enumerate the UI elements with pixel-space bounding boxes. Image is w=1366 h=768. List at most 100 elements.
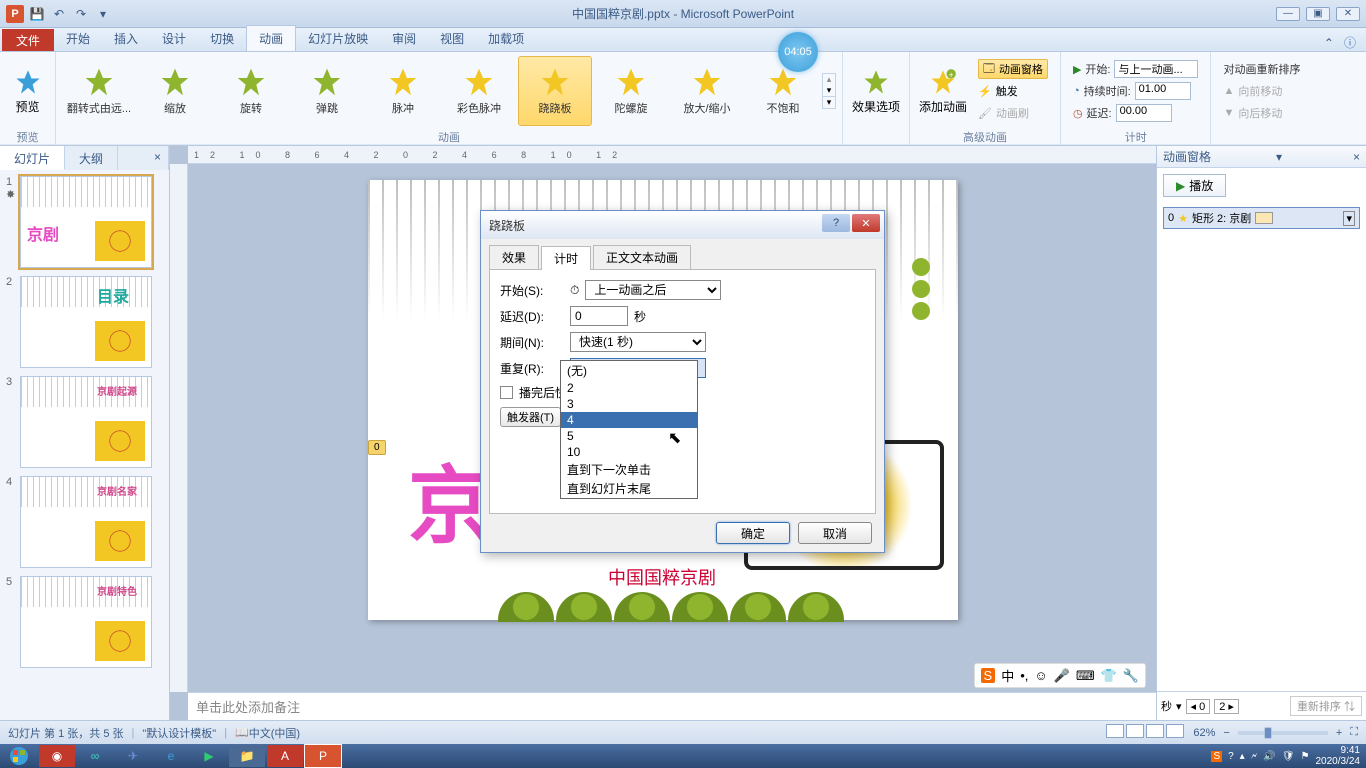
animation-gallery-item[interactable]: 放大/缩小 <box>670 56 744 126</box>
zoom-out-button[interactable]: − <box>1223 727 1229 739</box>
gallery-down-icon[interactable]: ▾ <box>823 85 835 96</box>
animation-gallery-item[interactable]: 彩色脉冲 <box>442 56 516 126</box>
tray-sogou-icon[interactable]: S <box>1211 751 1222 762</box>
slide-subtitle[interactable]: 中国国粹京剧 <box>608 564 716 590</box>
taskbar-app-4[interactable]: e <box>153 745 189 767</box>
timing-delay-input[interactable]: 00.00 <box>1116 104 1172 122</box>
status-language[interactable]: 中文(中国) <box>249 725 300 741</box>
notes-pane[interactable]: 单击此处添加备注 <box>188 692 1156 720</box>
tab-insert[interactable]: 插入 <box>102 26 150 51</box>
tray-flag-icon[interactable]: ⚑ <box>1301 751 1310 762</box>
view-buttons[interactable] <box>1105 724 1185 741</box>
ime-lang[interactable]: 中 <box>1001 666 1014 685</box>
animation-gallery-item[interactable]: 旋转 <box>214 56 288 126</box>
gallery-up-icon[interactable]: ▴ <box>823 74 835 85</box>
taskbar-app-1[interactable]: ◉ <box>39 745 75 767</box>
tab-animations[interactable]: 动画 <box>246 25 296 51</box>
animation-gallery-item[interactable]: 跷跷板 <box>518 56 592 126</box>
animation-gallery-item[interactable]: 缩放 <box>138 56 212 126</box>
dialog-tab-effect[interactable]: 效果 <box>489 245 539 269</box>
ime-punct-icon[interactable]: •, <box>1020 668 1028 683</box>
help-icon[interactable]: ⓘ <box>1344 34 1356 51</box>
ribbon-minimize-icon[interactable]: ⌃ <box>1324 36 1334 50</box>
slideshow-view-icon[interactable] <box>1166 724 1184 738</box>
zoom-slider[interactable] <box>1238 731 1328 735</box>
panel-close-button[interactable]: × <box>140 146 169 170</box>
animation-gallery-item[interactable]: 脉冲 <box>366 56 440 126</box>
spellcheck-icon[interactable]: 📖 <box>235 726 249 739</box>
undo-icon[interactable]: ↶ <box>50 5 68 23</box>
cancel-button[interactable]: 取消 <box>798 522 872 544</box>
dropdown-option[interactable]: 2 <box>561 380 697 396</box>
slide-thumbnail[interactable]: 目录 <box>20 276 152 368</box>
animation-painter-button[interactable]: 🖌 动画刷 <box>978 103 1048 123</box>
save-icon[interactable]: 💾 <box>28 5 46 23</box>
tray-battery-icon[interactable]: 🗲 <box>1251 751 1258 762</box>
taskbar-app-3[interactable]: ✈ <box>115 745 151 767</box>
dropdown-option[interactable]: (无) <box>561 361 697 380</box>
animation-tag[interactable]: 0 <box>368 440 386 455</box>
slide-thumbnail[interactable]: 京剧起源 <box>20 376 152 468</box>
sorter-view-icon[interactable] <box>1126 724 1144 738</box>
repeat-dropdown-list[interactable]: (无)234510直到下一次单击直到幻灯片末尾 <box>560 360 698 499</box>
pane-dropdown-icon[interactable]: ▾ <box>1276 150 1282 164</box>
animation-gallery-item[interactable]: 翻转式由远... <box>62 56 136 126</box>
ime-mic-icon[interactable]: 🎤 <box>1054 668 1070 684</box>
gallery-more-icon[interactable]: ▾ <box>823 96 835 108</box>
tab-outline[interactable]: 大纲 <box>65 146 118 170</box>
preview-button[interactable]: 预览 <box>6 64 49 119</box>
zoom-in-button[interactable]: + <box>1336 727 1342 739</box>
ime-keyboard-icon[interactable]: ⌨ <box>1076 668 1095 684</box>
reading-view-icon[interactable] <box>1146 724 1164 738</box>
tray-help-icon[interactable]: ? <box>1228 751 1234 762</box>
tab-design[interactable]: 设计 <box>150 26 198 51</box>
move-earlier-button[interactable]: ▲ 向前移动 <box>1223 81 1300 101</box>
tab-home[interactable]: 开始 <box>54 26 102 51</box>
app-logo-icon[interactable]: P <box>6 5 24 23</box>
play-animation-button[interactable]: ▶ 播放 <box>1163 174 1226 197</box>
normal-view-icon[interactable] <box>1106 724 1124 738</box>
dropdown-option[interactable]: 3 <box>561 396 697 412</box>
dlg-start-select[interactable]: 上一动画之后 <box>585 280 721 300</box>
slide-thumbnail[interactable]: 京剧特色 <box>20 576 152 668</box>
dropdown-option[interactable]: 直到下一次单击 <box>561 460 697 479</box>
trigger-expand-button[interactable]: 触发器(T) <box>500 407 561 427</box>
dlg-delay-input[interactable] <box>570 306 628 326</box>
dropdown-option[interactable]: 4 <box>561 412 697 428</box>
ime-toolbar[interactable]: S 中 •, ☺ 🎤 ⌨ 👕 🔧 <box>974 663 1146 688</box>
dialog-tab-text[interactable]: 正文文本动画 <box>593 245 691 269</box>
slide-thumbnail[interactable]: 京剧名家 <box>20 476 152 568</box>
ime-tool-icon[interactable]: 🔧 <box>1123 668 1139 684</box>
close-button[interactable]: ✕ <box>1336 7 1360 21</box>
start-button[interactable] <box>0 744 38 768</box>
animation-gallery-item[interactable]: 陀螺旋 <box>594 56 668 126</box>
animation-list-item[interactable]: 0 ★ 矩形 2: 京剧 ▾ <box>1163 207 1360 229</box>
taskbar-app-2[interactable]: ∞ <box>77 745 113 767</box>
rewind-checkbox[interactable] <box>500 386 513 399</box>
dialog-tab-timing[interactable]: 计时 <box>541 246 591 270</box>
slide-thumbnail[interactable]: 京剧 <box>20 176 152 268</box>
tab-addins[interactable]: 加载项 <box>476 26 536 51</box>
ok-button[interactable]: 确定 <box>716 522 790 544</box>
ime-face-icon[interactable]: ☺ <box>1034 668 1047 683</box>
dropdown-option[interactable]: 10 <box>561 444 697 460</box>
minimize-button[interactable]: — <box>1276 7 1300 21</box>
tab-transitions[interactable]: 切换 <box>198 26 246 51</box>
taskbar-pdf[interactable]: A <box>267 745 303 767</box>
animation-pane-close[interactable]: × <box>1353 150 1360 164</box>
timing-duration-input[interactable]: 01.00 <box>1135 82 1191 100</box>
timing-start-dropdown[interactable]: 与上一动画... <box>1114 60 1198 78</box>
animation-gallery-item[interactable]: 弹跳 <box>290 56 364 126</box>
redo-icon[interactable]: ↷ <box>72 5 90 23</box>
ime-skin-icon[interactable]: 👕 <box>1101 668 1117 684</box>
reorder-button[interactable]: 重新排序 ⇅ <box>1290 696 1362 716</box>
dlg-duration-select[interactable]: 快速(1 秒) <box>570 332 706 352</box>
seconds-dropdown-icon[interactable]: ▾ <box>1176 700 1182 713</box>
add-animation-button[interactable]: + 添加动画 <box>916 64 970 119</box>
tray-clock[interactable]: 9:41 2020/3/24 <box>1316 745 1361 767</box>
animation-pane-button[interactable]: 🗔 动画窗格 <box>978 59 1048 79</box>
taskbar-explorer[interactable]: 📁 <box>229 745 265 767</box>
dropdown-option[interactable]: 直到幻灯片末尾 <box>561 479 697 498</box>
effect-options-button[interactable]: 效果选项 <box>849 64 903 119</box>
zoom-percent[interactable]: 62% <box>1193 727 1215 739</box>
